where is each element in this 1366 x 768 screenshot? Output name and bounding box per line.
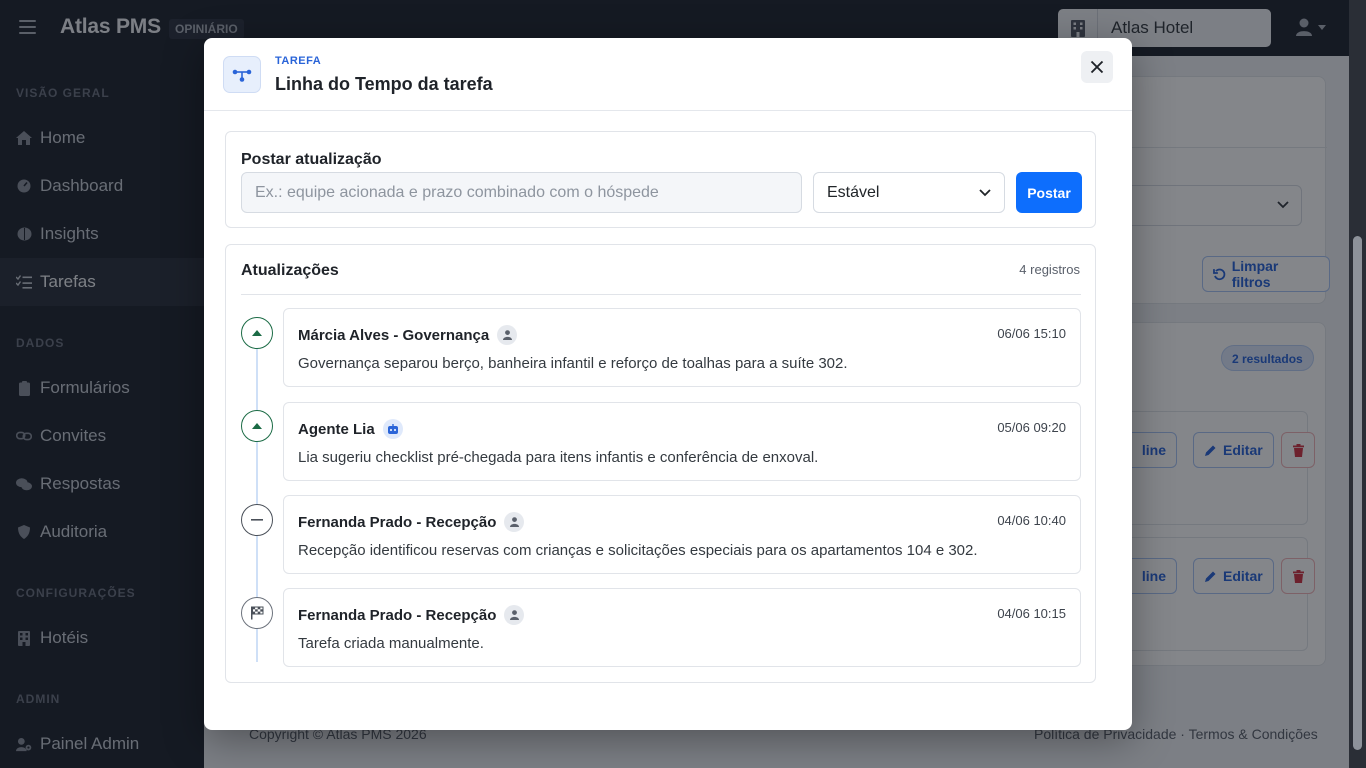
entry-author: Márcia Alves - Governança bbox=[298, 325, 518, 345]
updates-title: Atualizações bbox=[241, 262, 339, 279]
entry-time: 05/06 09:20 bbox=[997, 420, 1066, 435]
entry-author: Agente Lia bbox=[298, 419, 403, 439]
entry-time: 06/06 15:10 bbox=[997, 326, 1066, 341]
modal-title: Linha do Tempo da tarefa bbox=[275, 74, 493, 94]
modal-header: TAREFA Linha do Tempo da tarefa bbox=[204, 38, 1132, 111]
entry-author-name: Agente Lia bbox=[298, 420, 375, 438]
timeline-entry: Fernanda Prado - Recepção 04/06 10:15 Ta… bbox=[283, 588, 1081, 667]
timeline-icon bbox=[223, 56, 261, 93]
entry-text: Recepção identificou reservas com crianç… bbox=[298, 542, 978, 559]
entry-author-name: Márcia Alves - Governança bbox=[298, 326, 490, 344]
entry-text: Lia sugeriu checklist pré-chegada para i… bbox=[298, 449, 819, 466]
updates-card: Atualizações 4 registros Márcia Alves - … bbox=[225, 244, 1096, 683]
caret-up-icon bbox=[252, 330, 262, 336]
entry-time: 04/06 10:40 bbox=[997, 513, 1066, 528]
flag-marker bbox=[241, 597, 273, 629]
person-icon bbox=[504, 512, 525, 532]
post-update-label: Postar atualização bbox=[241, 151, 382, 168]
close-icon bbox=[1090, 60, 1104, 74]
timeline-entry: Márcia Alves - Governança 06/06 15:10 Go… bbox=[283, 308, 1081, 387]
task-timeline-modal: TAREFA Linha do Tempo da tarefa Postar a… bbox=[204, 38, 1132, 730]
entry-author: Fernanda Prado - Recepção bbox=[298, 605, 525, 625]
post-button[interactable]: Postar bbox=[1016, 172, 1082, 213]
updates-count: 4 registros bbox=[1019, 262, 1080, 277]
minus-icon bbox=[251, 519, 263, 521]
person-icon bbox=[504, 605, 525, 625]
trend-up-marker bbox=[241, 410, 273, 442]
entry-time: 04/06 10:15 bbox=[997, 606, 1066, 621]
status-select[interactable]: Estável bbox=[813, 172, 1005, 213]
caret-up-icon bbox=[252, 423, 262, 429]
entry-author-name: Fernanda Prado - Recepção bbox=[298, 606, 497, 624]
entry-text: Governança separou berço, banheira infan… bbox=[298, 355, 848, 372]
close-button[interactable] bbox=[1081, 51, 1113, 83]
stable-marker bbox=[241, 504, 273, 536]
checkered-flag-icon bbox=[251, 606, 264, 620]
page-scrollbar-thumb[interactable] bbox=[1353, 236, 1362, 750]
divider bbox=[241, 294, 1081, 295]
timeline-entry: Agente Lia 05/06 09:20 Lia sugeriu check… bbox=[283, 402, 1081, 481]
chevron-down-icon bbox=[979, 188, 991, 196]
status-select-value: Estável bbox=[827, 183, 880, 201]
post-update-card: Postar atualização Estável Postar bbox=[225, 131, 1096, 228]
entry-author-name: Fernanda Prado - Recepção bbox=[298, 513, 497, 531]
person-icon bbox=[497, 325, 518, 345]
robot-icon bbox=[382, 419, 403, 439]
entry-author: Fernanda Prado - Recepção bbox=[298, 512, 525, 532]
entry-text: Tarefa criada manualmente. bbox=[298, 635, 484, 652]
timeline-entry: Fernanda Prado - Recepção 04/06 10:40 Re… bbox=[283, 495, 1081, 574]
update-text-input[interactable] bbox=[241, 172, 802, 213]
trend-up-marker bbox=[241, 317, 273, 349]
modal-eyebrow: TAREFA bbox=[275, 55, 322, 67]
